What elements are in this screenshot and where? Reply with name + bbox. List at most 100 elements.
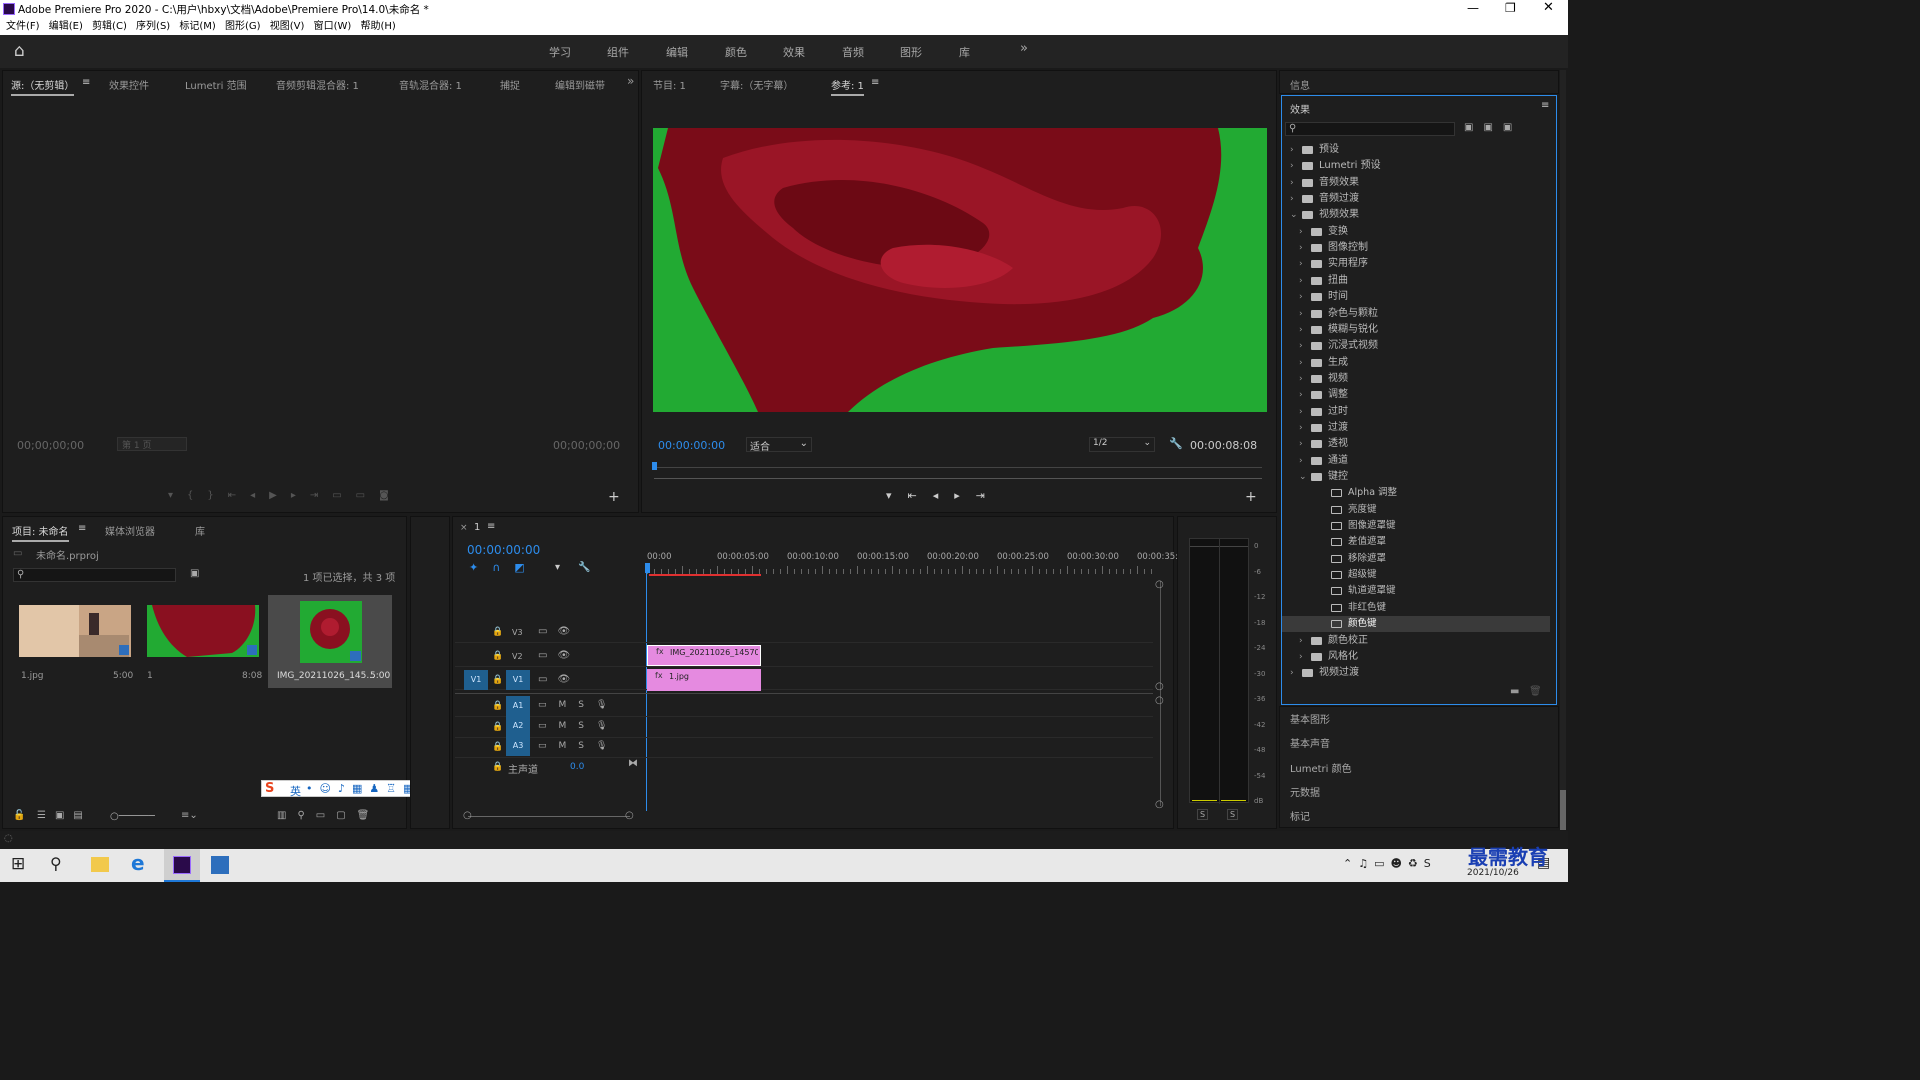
- panel-essential-sound[interactable]: 基本声音: [1290, 735, 1330, 750]
- tab-libraries[interactable]: 库: [195, 523, 205, 538]
- close-button[interactable]: ✕: [1543, 0, 1554, 15]
- tab-edit-to-tape[interactable]: 编辑到磁带: [555, 77, 605, 92]
- chevron-right-icon[interactable]: ›: [1299, 240, 1303, 256]
- effect-item[interactable]: 非红色键: [1282, 600, 1550, 616]
- hscroll-handle-icon[interactable]: ○: [625, 810, 634, 821]
- chevron-right-icon[interactable]: ›: [1299, 371, 1303, 387]
- ime-tool-icons[interactable]: •☺♪▦♟♖▦: [306, 782, 420, 795]
- chevron-right-icon[interactable]: ›: [1290, 158, 1294, 174]
- master-nav-icon[interactable]: ⧓: [628, 758, 638, 769]
- effect-item[interactable]: 图像遮罩键: [1282, 518, 1550, 534]
- timeline-marker-wrench-icons[interactable]: ▾🔧: [555, 562, 608, 573]
- windows-start-icon[interactable]: ⊞: [11, 854, 25, 874]
- effects-folder[interactable]: › 杂色与颗粒: [1282, 306, 1550, 322]
- premiere-taskbar-button[interactable]: [164, 849, 200, 882]
- effects-menu-icon[interactable]: ≡: [1541, 100, 1549, 111]
- chevron-right-icon[interactable]: ›: [1299, 273, 1303, 289]
- track-v3-controls[interactable]: ▭👁: [538, 626, 580, 637]
- workspace-libraries[interactable]: 库: [959, 44, 970, 60]
- effects-folder[interactable]: › Lumetri 预设: [1282, 158, 1550, 174]
- ime-toolbar[interactable]: S 英 •☺♪▦♟♖▦: [261, 780, 431, 799]
- effects-folder[interactable]: › 视频: [1282, 371, 1550, 387]
- effects-folder[interactable]: › 沉浸式视频: [1282, 338, 1550, 354]
- effects-folder[interactable]: › 音频效果: [1282, 175, 1550, 191]
- effects-folder[interactable]: › 模糊与锐化: [1282, 322, 1550, 338]
- effects-folder[interactable]: ⌄ 视频效果: [1282, 207, 1550, 223]
- new-bin-from-search-icon[interactable]: ▣: [190, 568, 199, 579]
- ime-lang[interactable]: 英: [290, 783, 301, 799]
- maximize-button[interactable]: ❐: [1505, 1, 1516, 15]
- lock-track-icon[interactable]: 🔒: [492, 722, 503, 732]
- timeline-ruler[interactable]: 00:00 00:00:05:00 00:00:10:00 00:00:15:00 00…: [647, 552, 1183, 576]
- workspace-editing[interactable]: 编辑: [666, 44, 688, 60]
- effect-item[interactable]: 移除遮罩: [1282, 551, 1550, 567]
- chevron-right-icon[interactable]: ›: [1290, 665, 1294, 681]
- project-item[interactable]: 1.jpg 5:00: [12, 595, 136, 688]
- track-target-a3[interactable]: A3: [506, 736, 530, 756]
- menu-view[interactable]: 视图(V): [270, 18, 305, 35]
- info-title[interactable]: 信息: [1290, 77, 1310, 92]
- effects-folder[interactable]: › 音频过渡: [1282, 191, 1550, 207]
- tab-source[interactable]: 源:（无剪辑）: [11, 77, 75, 96]
- resolution-select[interactable]: 1/2 ⌄: [1089, 437, 1155, 452]
- zoom-slider[interactable]: ○──────: [110, 811, 155, 822]
- workspace-color[interactable]: 颜色: [725, 44, 747, 60]
- home-icon[interactable]: ⌂: [14, 41, 25, 61]
- menu-help[interactable]: 帮助(H): [361, 18, 396, 35]
- chevron-right-icon[interactable]: ›: [1299, 289, 1303, 305]
- lock-track-icon[interactable]: 🔒: [492, 742, 503, 752]
- timeline-hscroll[interactable]: [468, 816, 630, 817]
- chevron-right-icon[interactable]: ›: [1299, 436, 1303, 452]
- tab-capture[interactable]: 捕捉: [500, 77, 520, 92]
- menu-marker[interactable]: 标记(M): [179, 18, 215, 35]
- chevron-right-icon[interactable]: ›: [1299, 306, 1303, 322]
- photos-icon[interactable]: [211, 856, 229, 874]
- program-zoom-bar[interactable]: [654, 478, 1262, 479]
- project-item-selected[interactable]: IMG_20211026_145... 5:00: [268, 595, 392, 688]
- effects-folder[interactable]: › 变换: [1282, 224, 1550, 240]
- lock-track-icon[interactable]: 🔒: [492, 627, 503, 637]
- edge-icon[interactable]: e: [131, 851, 145, 875]
- zoom-select[interactable]: 适合 ⌄: [746, 437, 812, 453]
- scroll-handle-icon[interactable]: ○: [1155, 579, 1164, 590]
- lock-track-icon[interactable]: 🔒: [492, 701, 503, 711]
- scroll-handle-icon[interactable]: ○: [1155, 681, 1164, 692]
- timeline-toggle-icons[interactable]: ✦∩◩: [469, 561, 539, 574]
- track-a1-controls[interactable]: ▭MS🎙: [538, 700, 619, 710]
- effects-folder[interactable]: › 颜色校正: [1282, 633, 1550, 649]
- tab-media-browser[interactable]: 媒体浏览器: [105, 523, 155, 538]
- chevron-down-icon[interactable]: ⌄: [1290, 207, 1298, 223]
- menu-window[interactable]: 窗口(W): [314, 18, 352, 35]
- menu-edit[interactable]: 编辑(E): [49, 18, 83, 35]
- program-transport-controls[interactable]: ▾⇤◂▸⇥: [886, 489, 1001, 502]
- project-item[interactable]: 1 8:08: [140, 595, 264, 688]
- tab-menu-icon[interactable]: ≡: [82, 77, 90, 88]
- right-scrollbar[interactable]: [1560, 70, 1566, 830]
- project-menu-icon[interactable]: ≡: [78, 523, 86, 534]
- file-explorer-icon[interactable]: [91, 857, 109, 872]
- tab-reference[interactable]: 参考: 1: [831, 77, 864, 96]
- panel-metadata[interactable]: 元数据: [1290, 784, 1320, 799]
- track-a2-controls[interactable]: ▭MS🎙: [538, 721, 619, 731]
- tabs-overflow-icon[interactable]: »: [627, 74, 634, 88]
- panel-markers[interactable]: 标记: [1290, 808, 1310, 823]
- effects-folder[interactable]: › 视频过渡: [1282, 665, 1550, 681]
- effects-folder[interactable]: › 通道: [1282, 453, 1550, 469]
- tab-lumetri-scopes[interactable]: Lumetri 范围: [185, 77, 247, 92]
- chevron-right-icon[interactable]: ›: [1299, 420, 1303, 436]
- track-target-a1[interactable]: A1: [506, 696, 530, 716]
- effects-folder[interactable]: › 时间: [1282, 289, 1550, 305]
- chevron-right-icon[interactable]: ›: [1299, 633, 1303, 649]
- effects-folder[interactable]: › 生成: [1282, 355, 1550, 371]
- effects-folder[interactable]: › 调整: [1282, 387, 1550, 403]
- sort-icon[interactable]: ≡⌄: [181, 810, 198, 821]
- chevron-right-icon[interactable]: ›: [1290, 191, 1294, 207]
- tab-reference-menu-icon[interactable]: ≡: [871, 77, 879, 88]
- tab-effect-controls[interactable]: 效果控件: [109, 77, 149, 92]
- tab-project[interactable]: 项目: 未命名: [12, 523, 69, 542]
- panel-lumetri-color[interactable]: Lumetri 颜色: [1290, 760, 1352, 775]
- program-playhead[interactable]: [652, 462, 657, 470]
- lock-track-icon[interactable]: 🔒: [492, 762, 503, 772]
- chevron-right-icon[interactable]: ›: [1290, 142, 1294, 158]
- tab-captions[interactable]: 字幕:（无字幕）: [720, 77, 793, 92]
